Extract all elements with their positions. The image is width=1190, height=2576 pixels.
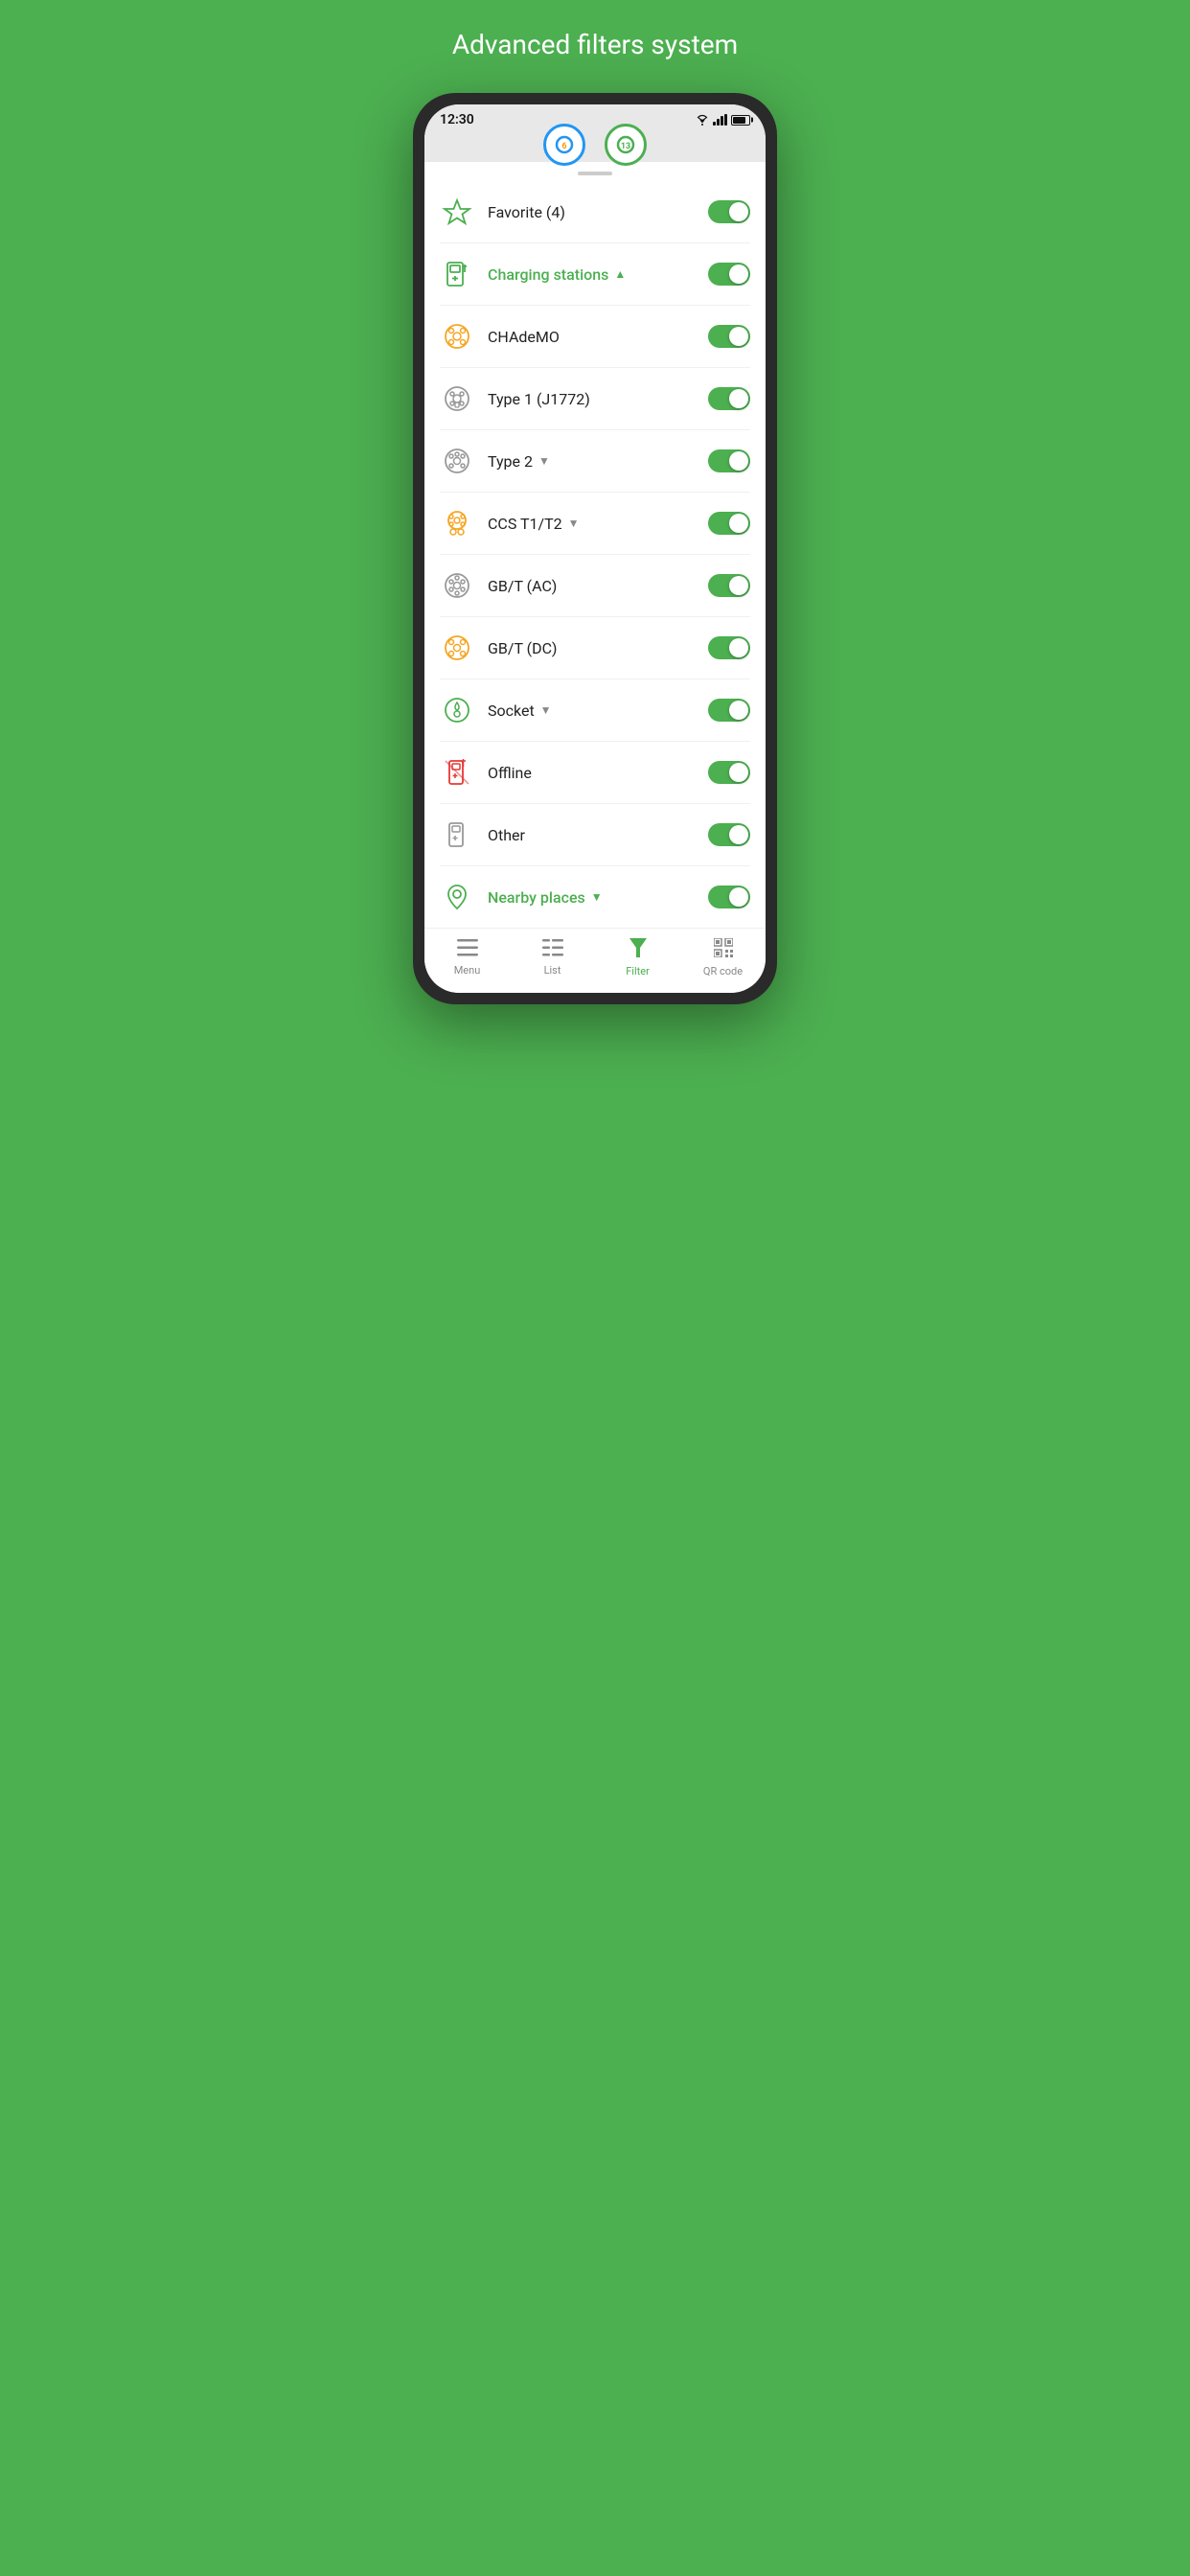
socket-toggle[interactable] xyxy=(708,699,750,722)
phone-screen: 12:30 xyxy=(424,104,766,993)
offline-label: Offline xyxy=(488,764,695,782)
offline-icon xyxy=(440,755,474,790)
map-circles: 6 13 xyxy=(543,124,647,166)
bottom-nav: Menu List xyxy=(424,928,766,993)
filter-item-gbt-ac[interactable]: GB/T (AC) xyxy=(440,555,750,617)
nearby-places-icon xyxy=(440,880,474,914)
filter-item-favorite[interactable]: Favorite (4) xyxy=(440,181,750,243)
filter-item-nearby-places[interactable]: Nearby places ▼ xyxy=(440,866,750,928)
ccs-toggle[interactable] xyxy=(708,512,750,535)
socket-label: Socket ▼ xyxy=(488,702,695,720)
nav-menu[interactable]: Menu xyxy=(424,938,510,978)
gbt-ac-icon xyxy=(440,568,474,603)
charging-stations-chevron: ▲ xyxy=(614,267,626,281)
gbt-ac-toggle[interactable] xyxy=(708,574,750,597)
page-title: Advanced filters system xyxy=(433,19,757,70)
outer-container: Advanced filters system 12:30 xyxy=(397,19,793,1004)
type2-toggle[interactable] xyxy=(708,449,750,472)
ccs-label: CCS T1/T2 ▼ xyxy=(488,515,695,533)
status-bar-area: 12:30 xyxy=(424,104,766,162)
battery-icon xyxy=(731,115,750,126)
filter-item-type1[interactable]: Type 1 (J1772) xyxy=(440,368,750,430)
gbt-dc-toggle[interactable] xyxy=(708,636,750,659)
svg-text:6: 6 xyxy=(561,142,566,151)
charging-station-icon xyxy=(440,257,474,291)
filter-item-offline[interactable]: Offline xyxy=(440,742,750,804)
filter-item-socket[interactable]: Socket ▼ xyxy=(440,679,750,742)
nav-filter-label: Filter xyxy=(626,965,650,978)
status-icons xyxy=(696,114,750,126)
type1-toggle[interactable] xyxy=(708,387,750,410)
gbt-ac-label: GB/T (AC) xyxy=(488,577,695,595)
filter-item-chademo[interactable]: CHAdeMO xyxy=(440,306,750,368)
socket-icon xyxy=(440,693,474,727)
other-icon xyxy=(440,817,474,852)
status-time: 12:30 xyxy=(440,112,474,127)
map-circle-blue: 6 xyxy=(543,124,585,166)
map-circle-green: 13 xyxy=(605,124,647,166)
offline-toggle[interactable] xyxy=(708,761,750,784)
gbt-dc-label: GB/T (DC) xyxy=(488,639,695,657)
filter-icon xyxy=(629,938,647,962)
ccs-chevron: ▼ xyxy=(568,517,580,530)
filter-item-type2[interactable]: Type 2 ▼ xyxy=(440,430,750,493)
filter-item-ccs[interactable]: CCS T1/T2 ▼ xyxy=(440,493,750,555)
other-label: Other xyxy=(488,826,695,844)
nav-filter[interactable]: Filter xyxy=(595,938,680,978)
nearby-places-chevron: ▼ xyxy=(591,890,603,904)
qrcode-icon xyxy=(714,938,733,962)
wifi-icon xyxy=(696,114,709,126)
filter-list: Favorite (4) xyxy=(424,181,766,928)
handle-bar xyxy=(578,172,612,175)
favorite-toggle[interactable] xyxy=(708,200,750,223)
chademo-icon xyxy=(440,319,474,354)
nav-menu-label: Menu xyxy=(454,964,481,977)
gbt-dc-icon xyxy=(440,631,474,665)
nav-qrcode[interactable]: QR code xyxy=(680,938,766,978)
nav-qrcode-label: QR code xyxy=(703,965,743,978)
menu-icon xyxy=(457,938,478,961)
favorite-icon xyxy=(440,195,474,229)
other-toggle[interactable] xyxy=(708,823,750,846)
list-icon xyxy=(542,938,563,961)
nearby-places-toggle[interactable] xyxy=(708,886,750,908)
charging-stations-toggle[interactable] xyxy=(708,263,750,286)
chademo-toggle[interactable] xyxy=(708,325,750,348)
svg-text:13: 13 xyxy=(621,142,630,151)
type2-icon xyxy=(440,444,474,478)
filter-item-other[interactable]: Other xyxy=(440,804,750,866)
ccs-icon xyxy=(440,506,474,540)
chademo-label: CHAdeMO xyxy=(488,328,695,346)
phone-shell: 12:30 xyxy=(413,93,777,1004)
favorite-label: Favorite (4) xyxy=(488,203,695,221)
type2-chevron: ▼ xyxy=(538,454,550,468)
type2-label: Type 2 ▼ xyxy=(488,452,695,471)
nav-list[interactable]: List xyxy=(510,938,595,978)
charging-stations-label: Charging stations ▲ xyxy=(488,265,695,284)
filter-item-charging-stations[interactable]: Charging stations ▲ xyxy=(440,243,750,306)
nearby-places-label: Nearby places ▼ xyxy=(488,888,695,907)
nav-list-label: List xyxy=(544,964,561,977)
socket-chevron: ▼ xyxy=(540,703,552,717)
type1-label: Type 1 (J1772) xyxy=(488,390,695,408)
type1-icon xyxy=(440,381,474,416)
filter-item-gbt-dc[interactable]: GB/T (DC) xyxy=(440,617,750,679)
signal-icon xyxy=(713,114,727,126)
